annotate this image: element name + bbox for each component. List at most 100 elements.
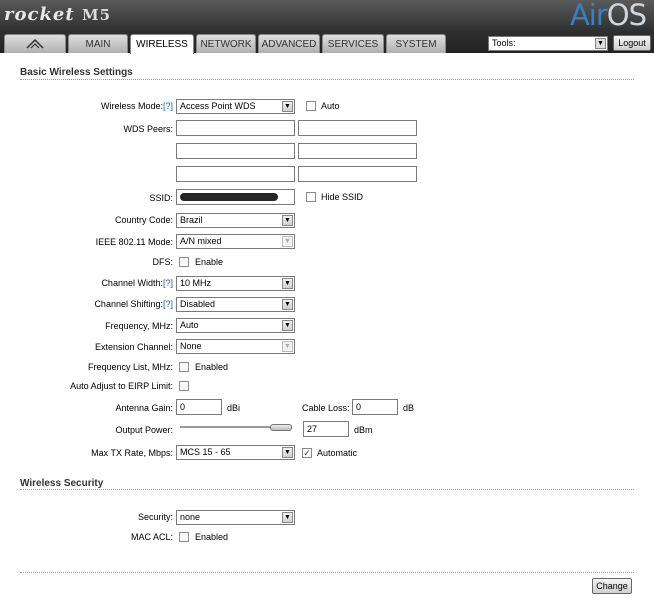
max-tx-rate-select[interactable]: MCS 15 - 65 ▼ <box>176 445 295 460</box>
dfs-enable-checkbox[interactable] <box>179 257 189 267</box>
channel-shifting-help-link[interactable]: [?] <box>163 299 173 309</box>
cable-loss-input[interactable]: 0 <box>352 399 398 415</box>
ieee-mode-value: A/N mixed <box>180 236 222 246</box>
country-code-select[interactable]: Brazil ▼ <box>176 213 295 228</box>
tab-system[interactable]: SYSTEM <box>386 34 446 53</box>
basic-settings-title: Basic Wireless Settings <box>20 67 133 78</box>
security-label: Security: <box>137 512 173 522</box>
max-tx-rate-value: MCS 15 - 65 <box>180 447 231 457</box>
dfs-enable-label: Enable <box>195 257 224 267</box>
brand-product: rocket <box>4 4 75 25</box>
ieee-mode-select[interactable]: A/N mixed ▼ <box>176 234 295 249</box>
antenna-gain-unit: dBi <box>227 403 241 413</box>
wireless-mode-value: Access Point WDS <box>180 101 256 111</box>
cable-loss-label: Cable Loss: <box>302 403 350 413</box>
tab-wireless[interactable]: WIRELESS <box>130 34 194 54</box>
wds-peer-2-input[interactable] <box>298 120 417 136</box>
extension-channel-select[interactable]: None ▼ <box>176 339 295 354</box>
frequency-label: Frequency, MHz: <box>105 321 173 331</box>
airos-suffix: OS <box>606 0 647 32</box>
wds-peer-3-input[interactable] <box>176 143 295 159</box>
channel-width-select[interactable]: 10 MHz ▼ <box>176 276 295 291</box>
output-power-label: Output Power: <box>115 425 173 435</box>
ubiquiti-logo-icon <box>26 38 44 49</box>
frequency-list-enabled-label: Enabled <box>195 362 229 372</box>
chevron-down-icon: ▼ <box>282 215 293 226</box>
tab-services[interactable]: SERVICES <box>322 34 384 53</box>
wds-peer-4-input[interactable] <box>298 143 417 159</box>
ssid-label: SSID: <box>149 193 173 203</box>
wds-peer-1-input[interactable] <box>176 120 295 136</box>
header-bar: rocket M5 AirOS MAIN WIRELESS NETWORK AD… <box>0 0 654 54</box>
antenna-gain-label: Antenna Gain: <box>115 403 173 413</box>
channel-shifting-label: Channel Shifting:[?] <box>94 299 173 309</box>
frequency-list-checkbox[interactable] <box>179 362 189 372</box>
chevron-down-icon: ▼ <box>282 512 293 523</box>
tab-main[interactable]: MAIN <box>68 34 128 53</box>
brand-model: M5 <box>81 6 112 24</box>
mac-acl-checkbox[interactable] <box>179 532 189 542</box>
antenna-gain-input[interactable]: 0 <box>176 399 222 415</box>
mac-acl-enabled-label: Enabled <box>195 532 229 542</box>
chevron-down-icon: ▼ <box>282 101 293 112</box>
country-code-value: Brazil <box>180 215 203 225</box>
wireless-mode-label-text: Wireless Mode: <box>100 101 163 111</box>
chevron-down-icon: ▼ <box>282 320 293 331</box>
wds-peer-5-input[interactable] <box>176 166 295 182</box>
country-code-label: Country Code: <box>114 215 173 225</box>
channel-width-label: Channel Width:[?] <box>101 278 173 288</box>
auto-eirp-checkbox[interactable] <box>179 381 189 391</box>
cable-loss-unit: dB <box>403 403 415 413</box>
extension-channel-label: Extension Channel: <box>94 342 173 352</box>
frequency-list-label: Frequency List, MHz: <box>87 362 173 372</box>
brand-logo: rocket M5 <box>4 4 111 25</box>
chevron-down-icon: ▼ <box>282 278 293 289</box>
max-tx-rate-label: Max TX Rate, Mbps: <box>91 448 173 458</box>
auto-checkbox[interactable] <box>306 101 316 111</box>
divider <box>20 79 634 80</box>
tools-select[interactable]: Tools: ▼ <box>488 36 608 51</box>
wireless-security-title: Wireless Security <box>20 478 104 489</box>
frequency-select[interactable]: Auto ▼ <box>176 318 295 333</box>
auto-eirp-label: Auto Adjust to EIRP Limit: <box>70 381 173 391</box>
channel-shifting-label-text: Channel Shifting: <box>94 299 163 309</box>
airos-logo: AirOS <box>569 0 647 32</box>
wireless-mode-select[interactable]: Access Point WDS ▼ <box>176 99 295 114</box>
tab-ubiquiti-logo[interactable] <box>4 34 66 53</box>
frequency-value: Auto <box>180 320 199 330</box>
chevron-down-icon: ▼ <box>282 299 293 310</box>
wireless-mode-label: Wireless Mode:[?] <box>101 101 173 111</box>
output-power-slider-handle[interactable] <box>270 424 292 431</box>
wds-peer-6-input[interactable] <box>298 166 417 182</box>
chevron-down-icon: ▼ <box>282 447 293 458</box>
logout-button[interactable]: Logout <box>613 35 651 51</box>
tab-advanced[interactable]: ADVANCED <box>258 34 320 53</box>
security-select[interactable]: none ▼ <box>176 510 295 525</box>
wireless-mode-help-link[interactable]: [?] <box>163 101 173 111</box>
automatic-checkbox[interactable]: ✓ <box>302 448 312 458</box>
output-power-input[interactable]: 27 <box>303 421 349 437</box>
tab-network[interactable]: NETWORK <box>196 34 256 53</box>
extension-channel-value: None <box>180 341 202 351</box>
redaction-scribble <box>180 193 278 201</box>
wds-peers-label: WDS Peers: <box>123 124 173 134</box>
channel-width-help-link[interactable]: [?] <box>163 278 173 288</box>
change-button[interactable]: Change <box>592 578 632 594</box>
ieee-mode-label: IEEE 802.11 Mode: <box>95 237 173 247</box>
automatic-label: Automatic <box>317 448 358 458</box>
security-value: none <box>180 512 201 522</box>
mac-acl-label: MAC ACL: <box>130 532 173 542</box>
tools-select-value: Tools: <box>492 38 516 48</box>
channel-shifting-value: Disabled <box>180 299 216 309</box>
chevron-down-icon: ▼ <box>282 341 293 352</box>
chevron-down-icon: ▼ <box>595 38 606 49</box>
hide-ssid-checkbox[interactable] <box>306 192 316 202</box>
auto-label: Auto <box>321 101 340 111</box>
channel-shifting-select[interactable]: Disabled ▼ <box>176 297 295 312</box>
chevron-down-icon: ▼ <box>282 236 293 247</box>
dfs-label: DFS: <box>152 257 173 267</box>
divider <box>20 572 634 573</box>
channel-width-value: 10 MHz <box>180 278 212 288</box>
airos-prefix: Air <box>569 0 608 32</box>
output-power-unit: dBm <box>354 425 373 435</box>
